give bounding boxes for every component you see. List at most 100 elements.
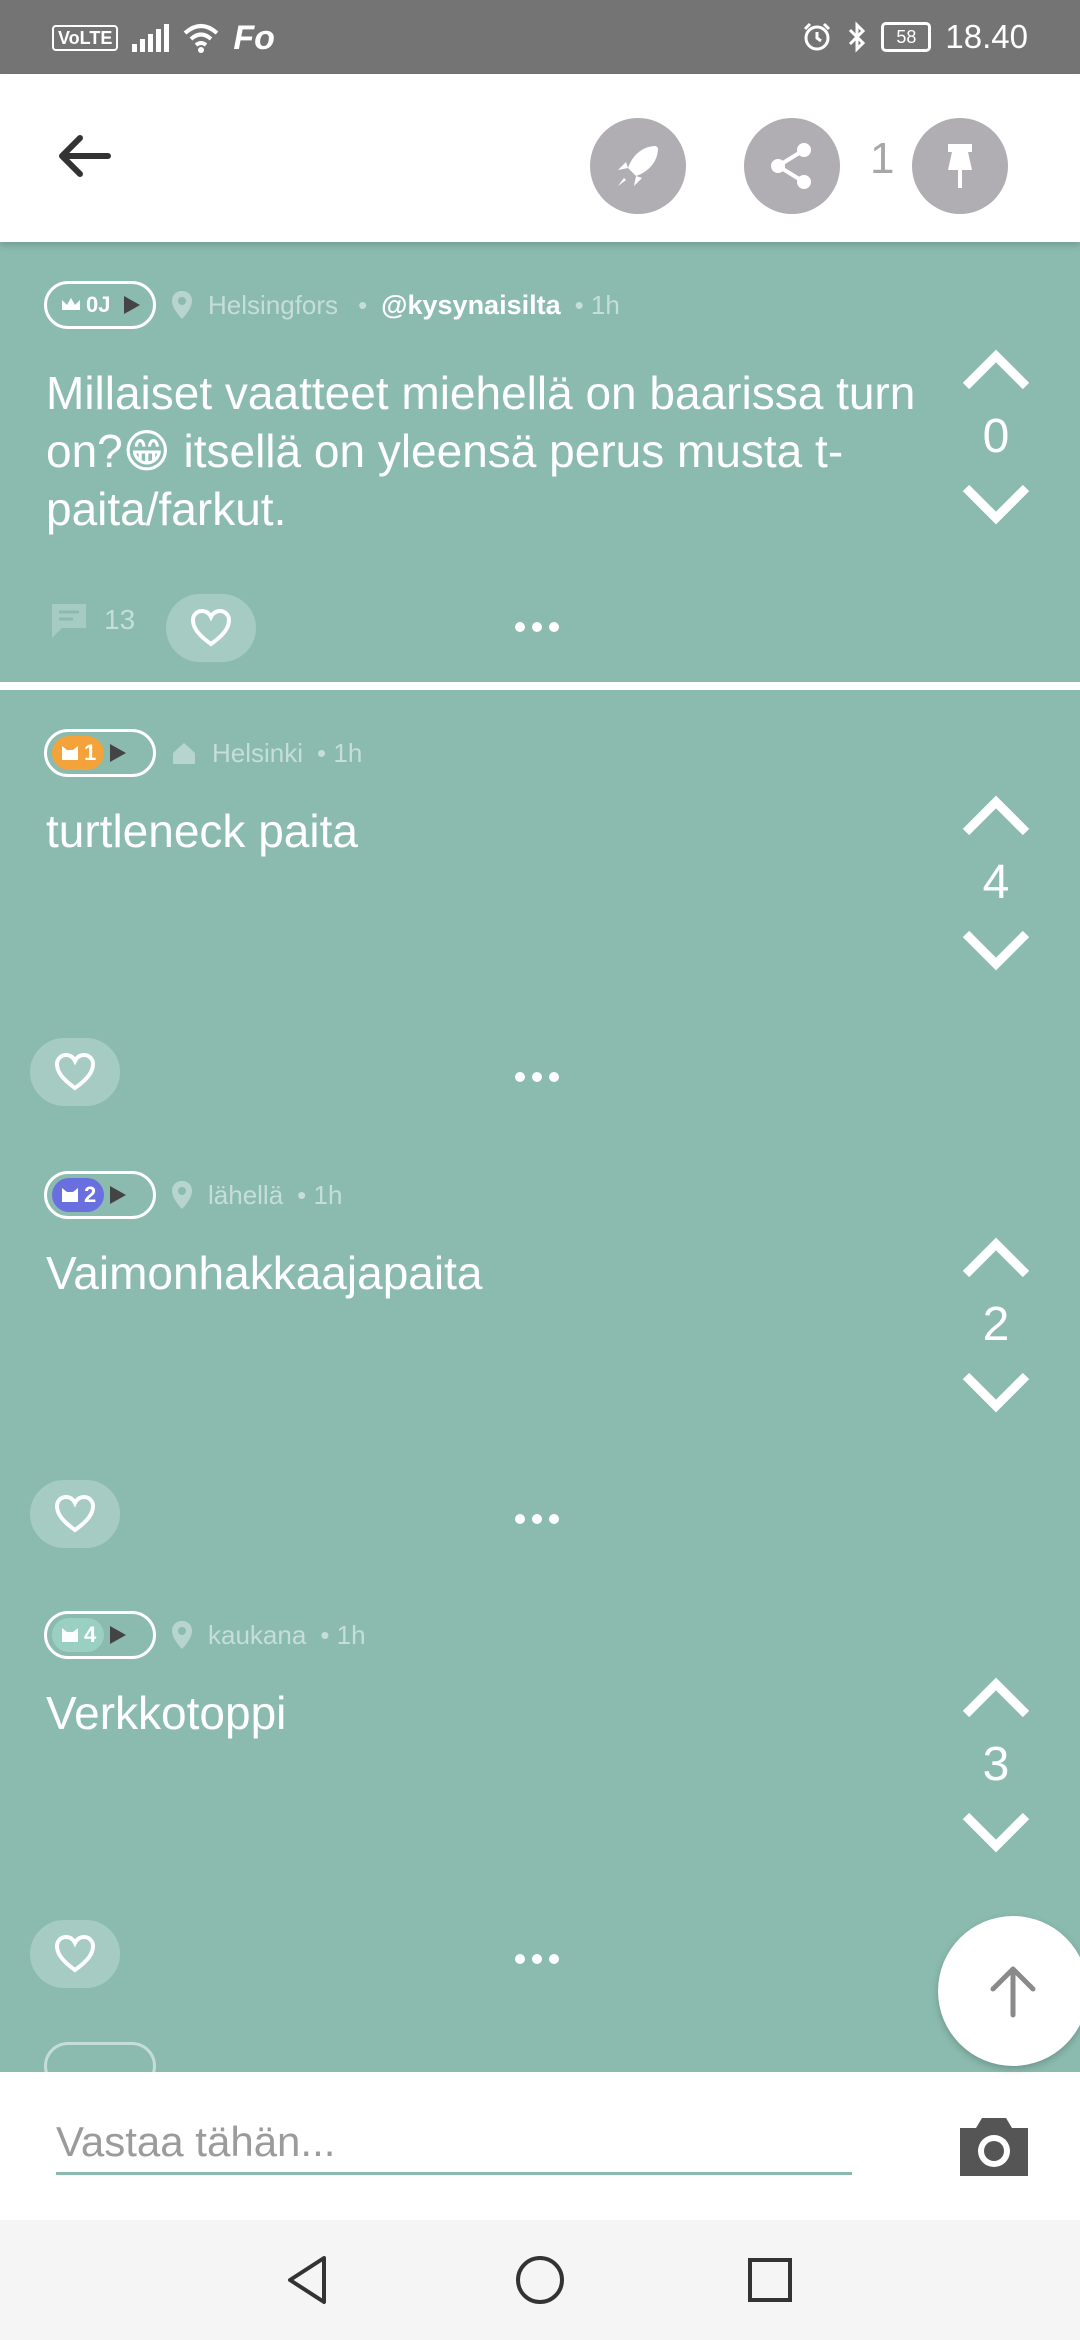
cat-icon xyxy=(62,746,78,760)
arrow-left-icon[interactable] xyxy=(52,124,116,188)
post-card[interactable]: 0J Helsingfors • @kysynaisilta • 1h Mill… xyxy=(0,242,1080,682)
post-card-partial[interactable] xyxy=(0,2042,1080,2072)
user-badge xyxy=(44,2042,156,2072)
upvote-chevron-icon[interactable] xyxy=(960,1676,1032,1720)
share-count: 1 xyxy=(870,134,895,183)
vote-control: 4 xyxy=(954,794,1038,972)
post-text: Vaimonhakkaajapaita xyxy=(46,1247,483,1299)
post-feed[interactable]: 0J Helsingfors • @kysynaisilta • 1h Mill… xyxy=(0,242,1080,2072)
post-time: • 1h xyxy=(297,1179,343,1210)
vote-count: 0 xyxy=(982,410,1010,463)
more-options-icon[interactable] xyxy=(515,1072,559,1082)
upvote-chevron-icon[interactable] xyxy=(960,1236,1032,1280)
post-time: • 1h xyxy=(320,1619,366,1650)
map-pin-icon xyxy=(172,1621,192,1649)
share-button[interactable] xyxy=(744,118,840,214)
post-text: Millaiset vaatteet miehellä on baarissa … xyxy=(46,367,916,535)
volte-indicator: VoLTE xyxy=(52,25,119,51)
map-pin-icon xyxy=(172,1181,192,1209)
like-button[interactable] xyxy=(30,1480,120,1548)
vote-control: 0 xyxy=(954,348,1038,526)
cat-icon xyxy=(62,1188,78,1202)
user-badge: 2 xyxy=(44,1171,156,1219)
post-location: Helsingfors xyxy=(208,289,339,320)
user-badge: 1 xyxy=(44,729,156,777)
post-card[interactable]: 1 Helsinki • 1h turtleneck paita 4 xyxy=(0,690,1080,1132)
post-location: kaukana xyxy=(208,1619,307,1650)
rocket-icon xyxy=(618,146,658,186)
cat-badge: 2 xyxy=(52,1178,105,1212)
more-options-icon[interactable] xyxy=(515,1514,559,1524)
comment-icon xyxy=(52,604,86,638)
post-time: • 1h xyxy=(574,289,620,320)
user-badge: 0J xyxy=(44,281,156,329)
nav-back-icon[interactable] xyxy=(278,2250,338,2310)
bluetooth-icon xyxy=(849,21,866,53)
downvote-chevron-icon[interactable] xyxy=(960,482,1032,526)
cat-badge: 1 xyxy=(52,736,105,770)
cat-badge: 4 xyxy=(52,1618,105,1652)
nav-recents-icon[interactable] xyxy=(740,2250,800,2310)
post-divider xyxy=(0,682,1080,690)
signal-icon xyxy=(132,24,170,52)
play-arrow-icon xyxy=(110,744,127,762)
upvote-chevron-icon[interactable] xyxy=(960,794,1032,838)
clock: 18.40 xyxy=(945,18,1028,55)
post-meta: 2 lähellä • 1h xyxy=(44,1171,343,1219)
pin-button[interactable] xyxy=(912,118,1008,214)
post-card[interactable]: 4 kaukana • 1h Verkkotoppi 3 xyxy=(0,1572,1080,2012)
like-button[interactable] xyxy=(30,1038,120,1106)
post-card[interactable]: 2 lähellä • 1h Vaimonhakkaajapaita 2 xyxy=(0,1132,1080,1572)
heart-icon xyxy=(54,1934,96,1973)
camera-icon[interactable] xyxy=(954,2112,1034,2182)
more-options-icon[interactable] xyxy=(515,622,559,632)
user-badge: 4 xyxy=(44,1611,156,1659)
reply-bar xyxy=(0,2072,1080,2220)
home-icon xyxy=(173,743,195,764)
vote-count: 4 xyxy=(982,856,1010,909)
vote-count: 3 xyxy=(982,1738,1010,1791)
wifi-icon xyxy=(184,24,219,53)
alarm-icon xyxy=(804,22,831,51)
post-meta: 4 kaukana • 1h xyxy=(44,1611,366,1659)
carrier-fo-icon: Fo xyxy=(233,18,275,57)
play-arrow-icon xyxy=(124,296,141,314)
downvote-chevron-icon[interactable] xyxy=(960,1810,1032,1854)
downvote-chevron-icon[interactable] xyxy=(960,1370,1032,1414)
post-location: Helsinki xyxy=(212,737,304,768)
post-time: • 1h xyxy=(317,737,363,768)
comment-count[interactable]: 13 xyxy=(48,600,135,640)
post-username[interactable]: @kysynaisilta xyxy=(381,290,560,321)
vote-count: 2 xyxy=(982,1298,1010,1351)
nav-home-icon[interactable] xyxy=(510,2250,570,2310)
post-meta: 1 Helsinki • 1h xyxy=(44,729,363,777)
battery-icon: 58 xyxy=(881,22,932,52)
post-location: lähellä xyxy=(208,1179,284,1210)
cat-icon xyxy=(62,1628,78,1642)
meta-separator: • xyxy=(358,289,368,320)
heart-icon xyxy=(190,608,232,647)
reply-input[interactable] xyxy=(56,2112,852,2175)
app-header: 1 xyxy=(0,74,1080,242)
like-button[interactable] xyxy=(166,594,256,662)
scroll-top-button[interactable] xyxy=(938,1916,1080,2066)
upvote-chevron-icon[interactable] xyxy=(960,348,1032,392)
vote-control: 2 xyxy=(954,1236,1038,1414)
heart-icon xyxy=(54,1052,96,1091)
system-nav-bar xyxy=(0,2220,1080,2340)
like-button[interactable] xyxy=(30,1920,120,1988)
share-icon xyxy=(771,143,811,189)
heart-icon xyxy=(54,1494,96,1533)
crown-badge: 0J xyxy=(52,288,119,322)
vote-control: 3 xyxy=(954,1676,1038,1854)
downvote-chevron-icon[interactable] xyxy=(960,928,1032,972)
crown-icon xyxy=(62,298,80,310)
pin-icon xyxy=(948,144,972,188)
status-bar: VoLTE Fo 58 18.40 xyxy=(0,0,1080,74)
post-text: turtleneck paita xyxy=(46,805,358,857)
map-pin-icon xyxy=(172,291,192,319)
play-arrow-icon xyxy=(110,1626,127,1644)
rocket-button[interactable] xyxy=(590,118,686,214)
arrow-up-icon xyxy=(990,1966,1036,2018)
more-options-icon[interactable] xyxy=(515,1954,559,1964)
